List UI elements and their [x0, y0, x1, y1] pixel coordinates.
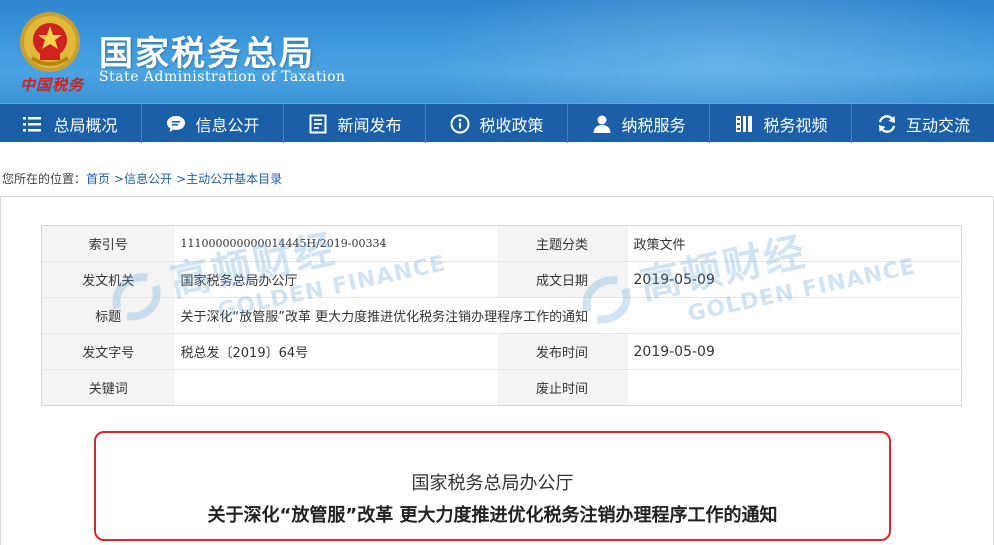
index-value: 111000000000014445H/2019-00334 — [174, 225, 497, 262]
nav-item-label: 纳税服务 — [621, 115, 686, 135]
breadcrumb: 您所在的位置：首页 >信息公开 >主动公开基本目录 — [2, 170, 282, 187]
nav-item-label: 信息公开 — [195, 115, 260, 135]
nav-item-label: 总局概况 — [53, 115, 118, 135]
document-title-box: 国家税务总局办公厅 关于深化“放管服”改革 更大力度推进优化税务注销办理程序工作… — [94, 431, 891, 541]
index-label: 索引号 — [41, 225, 175, 262]
nav-item-tax-policy[interactable]: 税收政策 — [426, 104, 568, 143]
refresh-icon — [876, 113, 898, 135]
table-row: 标题 关于深化“放管服”改革 更大力度推进优化税务注销办理程序工作的通知 — [41, 297, 962, 334]
published-label: 发布时间 — [496, 333, 628, 370]
table-row: 关键词 废止时间 — [41, 369, 962, 406]
breadcrumb-link-catalog[interactable]: >主动公开基本目录 — [176, 172, 282, 186]
nav-item-interaction[interactable]: 互动交流 — [852, 104, 994, 143]
nav-item-news[interactable]: 新闻发布 — [284, 104, 426, 143]
site-subtitle: State Administration of Taxation — [99, 69, 346, 85]
doc-number-label: 发文字号 — [41, 333, 175, 370]
nav-item-overview[interactable]: 总局概况 — [0, 104, 142, 143]
nav-item-label: 税收政策 — [479, 115, 544, 135]
created-date-label: 成文日期 — [496, 261, 628, 298]
site-header: 中国税务 国家税务总局 State Administration of Taxa… — [0, 0, 994, 103]
header-glow — [420, 0, 994, 103]
document-meta-table: 索引号 111000000000014445H/2019-00334 主题分类 … — [41, 225, 962, 406]
keywords-label: 关键词 — [41, 369, 175, 406]
expiry-value — [628, 370, 962, 406]
breadcrumb-link-home[interactable]: 首页 — [86, 172, 110, 186]
nav-item-info-disclosure[interactable]: 信息公开 — [142, 104, 284, 143]
nav-item-tax-video[interactable]: 税务视频 — [710, 104, 852, 143]
chat-bubble-icon — [165, 113, 187, 135]
nav-item-label: 互动交流 — [905, 115, 970, 135]
person-icon — [591, 113, 613, 135]
nav-item-label: 新闻发布 — [337, 115, 402, 135]
document-title: 关于深化“放管服”改革 更大力度推进优化税务注销办理程序工作的通知 — [207, 505, 778, 526]
document-issuer: 国家税务总局办公厅 — [411, 473, 574, 494]
emblem-caption: 中国税务 — [20, 76, 85, 94]
issuer-value: 国家税务总局办公厅 — [174, 261, 497, 298]
breadcrumb-prefix: 您所在的位置： — [2, 172, 87, 186]
title-label: 标题 — [41, 297, 175, 334]
breadcrumb-link-info[interactable]: >信息公开 — [114, 172, 172, 186]
site-title[interactable]: 国家税务总局 — [99, 26, 315, 75]
topic-label: 主题分类 — [496, 225, 628, 262]
table-row: 索引号 111000000000014445H/2019-00334 主题分类 … — [41, 225, 962, 262]
doc-number-value: 税总发〔2019〕64号 — [174, 333, 497, 370]
expiry-label: 废止时间 — [496, 369, 628, 406]
menu-icon — [23, 113, 45, 135]
main-nav: 总局概况 信息公开 新闻发布 税收政策 纳税服务 税务视频 互动交流 — [0, 103, 994, 143]
keywords-value — [175, 370, 497, 406]
tax-emblem-icon[interactable] — [18, 10, 82, 74]
nav-item-taxpayer-service[interactable]: 纳税服务 — [568, 104, 710, 143]
table-row: 发文机关 国家税务总局办公厅 成文日期 2019-05-09 — [41, 261, 962, 298]
table-row: 发文字号 税总发〔2019〕64号 发布时间 2019-05-09 — [41, 333, 962, 370]
film-icon — [733, 113, 755, 135]
title-value: 关于深化“放管服”改革 更大力度推进优化税务注销办理程序工作的通知 — [174, 297, 962, 334]
issuer-label: 发文机关 — [41, 261, 175, 298]
info-icon — [449, 113, 471, 135]
document-icon — [307, 113, 329, 135]
topic-value: 政策文件 — [627, 225, 962, 262]
created-date-value: 2019-05-09 — [627, 261, 962, 298]
nav-item-label: 税务视频 — [763, 115, 828, 135]
published-value: 2019-05-09 — [627, 333, 962, 370]
